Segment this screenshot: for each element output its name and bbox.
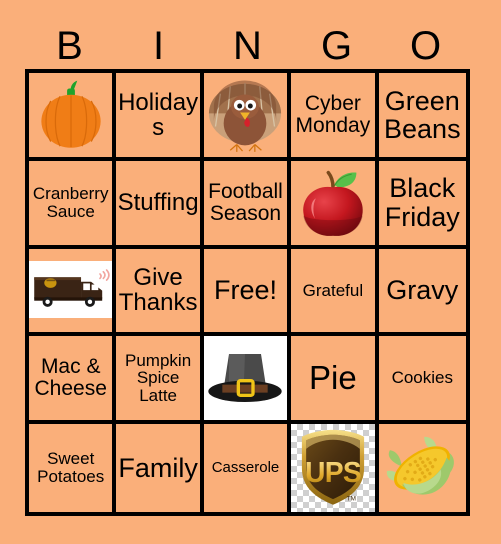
bingo-cell[interactable]: Cookies [378, 336, 466, 425]
bingo-cell[interactable]: Cyber Monday [291, 73, 379, 161]
header-letter-i: I [152, 23, 165, 68]
bingo-cell[interactable]: Sweet Potatoes [29, 424, 117, 512]
bingo-cell-label: Grateful [302, 280, 364, 300]
bingo-cell[interactable]: Cranberry Sauce [29, 160, 117, 249]
bingo-cell-image [379, 424, 466, 512]
bingo-cell-label: Casserole [211, 459, 280, 477]
bingo-cell[interactable] [291, 160, 379, 249]
bingo-cell[interactable] [378, 424, 466, 512]
bingo-grid: Holidays Cyber Monday Green Beans Cranbe… [25, 69, 470, 516]
bingo-cell-label: Mac & Cheese [34, 355, 107, 401]
apple-icon [303, 170, 363, 236]
bingo-cell[interactable]: Pumpkin Spice Latte [116, 336, 204, 425]
header-letter-b: B [56, 23, 83, 68]
bingo-cell[interactable]: Grateful [291, 248, 379, 337]
bingo-cell[interactable]: Family [116, 424, 204, 512]
bingo-cell[interactable]: Free! [203, 248, 292, 337]
bingo-cell-label: Sweet Potatoes [37, 449, 105, 487]
ups-logo-icon: UPS TM [301, 429, 364, 505]
bingo-cell[interactable] [29, 73, 117, 161]
bingo-cell[interactable]: Gravy [378, 248, 466, 337]
bingo-cell[interactable] [203, 73, 292, 161]
bingo-cell[interactable]: Holidays [116, 73, 204, 161]
bingo-cell[interactable]: Green Beans [378, 73, 466, 161]
bingo-cell-label: Pie [309, 358, 357, 396]
bingo-card: B I N G O Holidays Cyber Monday Green Be… [0, 0, 501, 544]
delivery-truck-icon [33, 269, 110, 308]
bingo-cell[interactable]: Give Thanks [116, 248, 204, 337]
bingo-cell[interactable]: Pie [291, 336, 379, 425]
turkey-icon [209, 80, 282, 152]
bingo-cell-image [203, 336, 288, 421]
bingo-cell[interactable]: Black Friday [378, 160, 466, 249]
bingo-cell-label: Football Season [208, 179, 283, 225]
svg-text:UPS: UPS [305, 456, 361, 488]
corn-icon [387, 436, 455, 495]
header-letter-n: N [233, 23, 262, 68]
bingo-cell-label: Holidays [118, 88, 199, 141]
bingo-cell[interactable]: UPS TM [291, 424, 379, 512]
pumpkin-icon [41, 80, 101, 148]
bingo-cell-label: Cranberry Sauce [32, 183, 109, 221]
bingo-cell-label: Family [118, 452, 198, 483]
svg-text:TM: TM [347, 496, 356, 503]
bingo-cell-label: Cookies [391, 368, 453, 388]
bingo-cell[interactable] [203, 336, 292, 425]
bingo-cell[interactable]: Mac & Cheese [29, 336, 117, 425]
bingo-cell-label: Free! [213, 275, 277, 306]
bingo-cell-image [291, 161, 374, 245]
header-letter-o: O [409, 23, 442, 68]
bingo-cell-image: UPS TM [291, 424, 375, 512]
bingo-header: B I N G O [25, 22, 470, 69]
image-band [29, 260, 113, 319]
bingo-cell[interactable]: Casserole [203, 424, 292, 512]
bingo-cell-image [29, 73, 112, 157]
bingo-cell-label: Stuffing [117, 189, 199, 217]
header-letter-g: G [320, 23, 353, 68]
bingo-cell-label: Pumpkin Spice Latte [125, 350, 192, 406]
bingo-cell-image [204, 73, 287, 157]
bingo-cell-label: Green Beans [384, 85, 461, 144]
bingo-cell-image [29, 248, 113, 333]
bingo-cell-label: Black Friday [384, 173, 460, 232]
bingo-cell[interactable] [29, 248, 117, 337]
bingo-cell-label: Cyber Monday [295, 91, 371, 137]
bingo-cell-label: Gravy [386, 275, 459, 306]
bingo-cell[interactable]: Football Season [203, 160, 292, 249]
pilgrim-hat-icon [208, 354, 283, 403]
bingo-cell[interactable]: Stuffing [116, 160, 204, 249]
bingo-cell-label: Give Thanks [118, 264, 198, 317]
